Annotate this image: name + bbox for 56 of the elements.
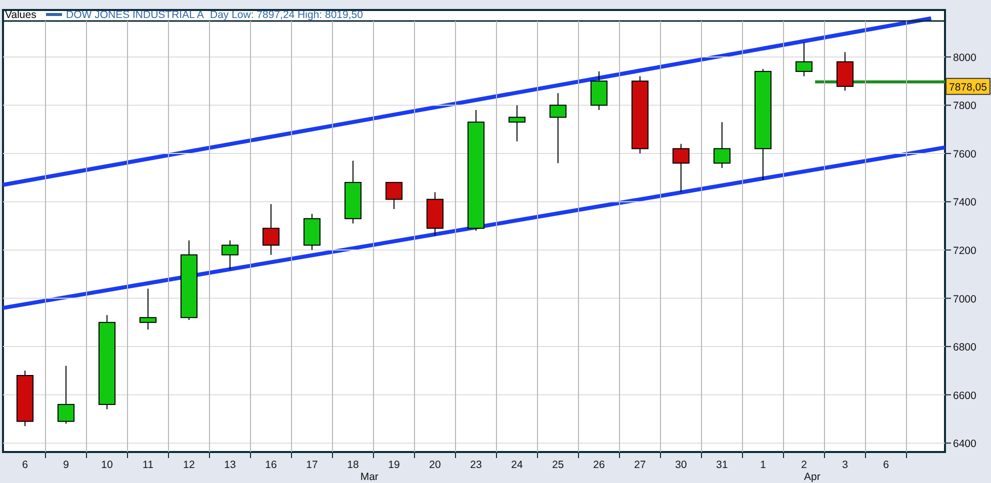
y-axis-label: 7200: [953, 245, 976, 258]
candle: [344, 160, 362, 224]
x-axis-label: 20: [429, 459, 441, 471]
x-axis-label: 24: [511, 459, 523, 471]
candle: [262, 204, 280, 256]
x-axis-label: 11: [142, 459, 154, 471]
candle: [672, 143, 690, 193]
x-axis-label: 31: [716, 459, 728, 471]
candle: [426, 192, 444, 236]
x-axis-label: 16: [265, 459, 277, 471]
candle: [550, 92, 566, 164]
chart-title: DOW JONES INDUSTRIAL A: [66, 9, 204, 21]
y-axis-label: 6800: [953, 342, 976, 354]
x-axis-label: 13: [224, 459, 236, 471]
candle: [386, 182, 402, 210]
x-axis-label: 6: [22, 459, 28, 471]
candle: [836, 52, 854, 92]
candle: [140, 288, 156, 330]
y-axis-label: 7400: [953, 196, 976, 209]
candle: [796, 42, 812, 77]
candle: [222, 240, 238, 270]
x-axis-label: 18: [347, 459, 359, 471]
x-axis-label: 19: [388, 459, 400, 471]
candle: [508, 104, 526, 142]
candle: [16, 370, 34, 427]
x-axis-label: 3: [842, 459, 848, 471]
x-axis-label: 23: [470, 459, 482, 471]
candle: [590, 70, 608, 111]
month-label: Mar: [360, 471, 378, 483]
trend-line[interactable]: [2, 145, 946, 310]
month-label: Apr: [804, 471, 820, 483]
candle: [304, 213, 320, 251]
y-axis-label: 7600: [953, 148, 976, 160]
candle: [58, 365, 74, 424]
x-axis-label: 2: [801, 459, 807, 471]
x-axis-label: 27: [634, 459, 646, 471]
x-axis-label: 12: [183, 459, 195, 471]
x-axis-label: 6: [883, 459, 889, 471]
support-line[interactable]: [815, 80, 946, 84]
day-range: Day Low: 7897,24 High: 8019,50: [210, 9, 363, 21]
legend-label: Values: [5, 9, 36, 21]
y-axis-label: 7000: [953, 293, 976, 306]
x-axis-label: 1: [760, 459, 766, 471]
x-axis-label: 26: [593, 459, 605, 471]
legend-swatch-icon: [46, 13, 62, 16]
y-axis-label: 6600: [953, 390, 976, 402]
y-axis-label: 7800: [953, 100, 976, 112]
y-axis-label: 8000: [953, 52, 976, 64]
last-price-tag: 7878,05: [946, 78, 990, 95]
x-axis-label: 17: [306, 459, 318, 471]
y-axis-label: 6400: [953, 438, 976, 450]
x-axis-label: 30: [675, 459, 687, 471]
candle: [714, 122, 730, 168]
x-axis-label: 25: [552, 459, 564, 471]
x-axis-label: 10: [101, 459, 113, 471]
x-axis-label: 9: [63, 459, 69, 471]
